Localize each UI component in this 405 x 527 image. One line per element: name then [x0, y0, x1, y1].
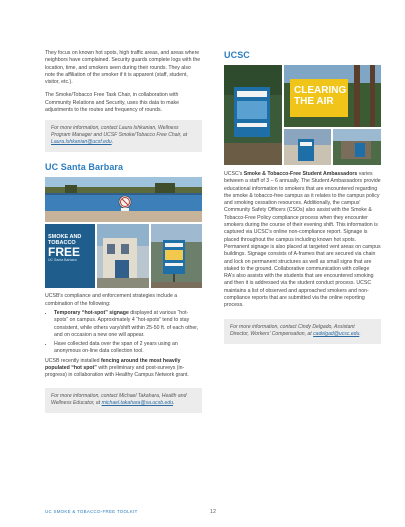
ucsb-contact-callout: For more information, contact Michael Ta…	[45, 387, 202, 413]
ucsc-paragraph: UCSC's Smoke & Tobacco-Free Student Amba…	[224, 171, 381, 310]
sign-text-block: SMOKE AND TOBACCO FREE UC Santa Barbara	[48, 234, 92, 263]
ucsb-building-photo	[97, 224, 149, 289]
footer-title: UC SMOKE & TOBACCO-FREE TOOLKIT	[45, 509, 138, 514]
fencing-start: UCSB recently installed	[45, 357, 101, 364]
right-column: UCSC CLEARING THE AIR UCSC's Smoke & Tob…	[224, 50, 381, 354]
clearing-sign-text: CLEARING THE AIR	[294, 85, 348, 107]
intro-paragraph: They focus on known hot spots, high traf…	[45, 50, 201, 86]
ucsb-fence-photo	[45, 177, 202, 223]
ambassadors-bold: Smoke & Tobacco-Free Student Ambassadors	[243, 171, 358, 177]
ucsc-sign-image	[224, 65, 282, 165]
clearing-line-1: CLEARING	[294, 85, 347, 96]
list-item: Have collected data over the span of 2 y…	[54, 341, 202, 356]
clearing-the-air-photo: CLEARING THE AIR	[284, 65, 381, 127]
ucsc-sign-photo	[224, 65, 282, 165]
ucsc-campus-photo-1	[284, 129, 331, 165]
list-item: Temporary “hot-spot” signage displayed a…	[54, 310, 202, 339]
sign-line-3: FREE	[48, 245, 81, 260]
bullet1-bold: Temporary “hot-spot” signage	[54, 309, 129, 316]
ucsc-photo-collage: CLEARING THE AIR	[224, 65, 381, 165]
ucsc-email-link[interactable]: cadelgad@ucsc.edu	[313, 331, 359, 337]
ucsb-poster-photo	[151, 224, 202, 289]
ucsf-contact-callout: For more information, contact Laura Ishk…	[45, 120, 202, 153]
document-page: They focus on known hot spots, high traf…	[0, 0, 405, 527]
ucsc-contact-callout: For more information, contact Cindy Delg…	[224, 318, 381, 344]
page-number: 12	[210, 509, 217, 515]
campus-image-2	[333, 129, 381, 165]
callout-text: For more information, contact Laura Ishk…	[51, 125, 188, 139]
ucsc-heading: UCSC	[224, 50, 250, 60]
page-footer: UC SMOKE & TOBACCO-FREE TOOLKIT 12	[45, 509, 381, 515]
sign-line-4: UC Santa Barbara	[48, 258, 77, 263]
campus-image-1	[284, 129, 331, 165]
callout-end: .	[359, 330, 361, 337]
task-chair-paragraph: The Smoke/Tobacco Free Task Chair, in co…	[45, 92, 179, 114]
clearing-line-2: THE AIR	[294, 96, 334, 107]
ucsb-photo-strip: SMOKE AND TOBACCO FREE UC Santa Barbara	[45, 224, 202, 289]
fencing-paragraph: UCSB recently installed fencing around t…	[45, 358, 202, 380]
para-rest: varies between a staff of 3 – 6 annually…	[224, 171, 381, 309]
ucsb-sign-photo: SMOKE AND TOBACCO FREE UC Santa Barbara	[45, 224, 95, 289]
bullet2-text: Have collected data over the span of 2 y…	[54, 341, 178, 355]
ucsb-intro: UCSB's compliance and enforcement strate…	[45, 293, 178, 307]
callout-end: .	[111, 139, 114, 146]
ucsb-email-link[interactable]: michael.takahara@sa.ucsb.edu	[102, 400, 173, 406]
para-start: UCSC's	[224, 171, 244, 177]
callout-end: .	[173, 399, 175, 406]
ucsf-email-link[interactable]: Laura.Ishkanian@ucsf.edu	[51, 139, 112, 145]
ucsb-fence-image	[45, 177, 202, 223]
left-column: They focus on known hot spots, high traf…	[45, 50, 202, 423]
ucsb-strategy-list: Temporary “hot-spot” signage displayed a…	[45, 310, 202, 356]
ucsb-building-image	[97, 224, 149, 289]
ucsc-campus-photo-2	[333, 129, 381, 165]
ucsb-poster-image	[151, 224, 202, 289]
ucsb-heading: UC Santa Barbara	[45, 162, 124, 173]
